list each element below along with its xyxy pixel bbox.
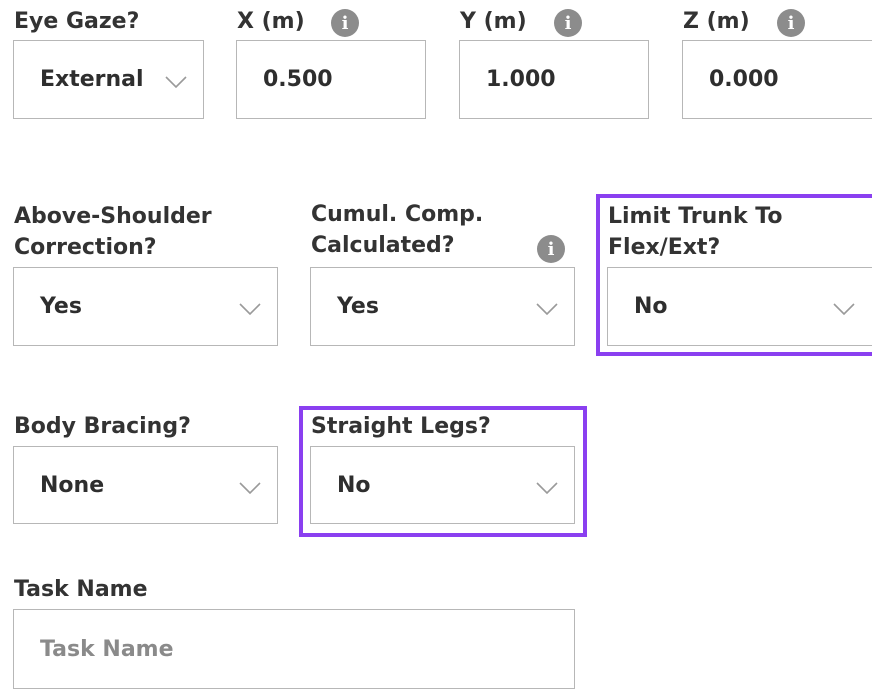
x-input[interactable]: 0.500 — [236, 40, 426, 119]
x-label: X (m) — [237, 9, 305, 34]
cumul-comp-label-line1: Cumul. Comp. — [311, 202, 484, 227]
chevron-down-icon — [239, 482, 261, 494]
y-value: 1.000 — [486, 67, 556, 92]
x-value: 0.500 — [263, 67, 333, 92]
task-name-placeholder: Task Name — [40, 636, 174, 662]
cumul-comp-label-line2: Calculated? — [311, 233, 455, 258]
above-shoulder-label-line2: Correction? — [14, 235, 157, 260]
cumul-comp-value: Yes — [337, 294, 379, 319]
z-label: Z (m) — [683, 9, 750, 34]
cumul-comp-info-icon[interactable]: i — [537, 235, 565, 263]
chevron-down-icon — [536, 482, 558, 494]
limit-trunk-label-line1: Limit Trunk To — [608, 204, 783, 229]
eye-gaze-value: External — [40, 67, 144, 92]
above-shoulder-select[interactable]: Yes — [13, 267, 278, 346]
chevron-down-icon — [536, 303, 558, 315]
z-input[interactable]: 0.000 — [682, 40, 872, 119]
chevron-down-icon — [165, 76, 187, 88]
z-info-icon[interactable]: i — [777, 9, 805, 37]
eye-gaze-select[interactable]: External — [13, 40, 204, 119]
above-shoulder-label-line1: Above-Shoulder — [14, 204, 212, 229]
limit-trunk-value: No — [634, 294, 668, 319]
chevron-down-icon — [239, 303, 261, 315]
body-bracing-select[interactable]: None — [13, 446, 278, 524]
body-bracing-label: Body Bracing? — [14, 414, 191, 439]
task-name-label: Task Name — [14, 577, 148, 602]
limit-trunk-select[interactable]: No — [607, 267, 872, 346]
eye-gaze-label: Eye Gaze? — [14, 9, 140, 34]
chevron-down-icon — [833, 303, 855, 315]
z-value: 0.000 — [709, 67, 779, 92]
above-shoulder-value: Yes — [40, 294, 82, 319]
task-name-input[interactable]: Task Name — [13, 609, 575, 689]
body-bracing-value: None — [40, 472, 105, 498]
y-info-icon[interactable]: i — [554, 9, 582, 37]
straight-legs-value: No — [337, 472, 371, 498]
y-label: Y (m) — [460, 9, 527, 34]
x-info-icon[interactable]: i — [331, 9, 359, 37]
straight-legs-select[interactable]: No — [310, 446, 575, 524]
y-input[interactable]: 1.000 — [459, 40, 649, 119]
cumul-comp-select[interactable]: Yes — [310, 267, 575, 346]
limit-trunk-label-line2: Flex/Ext? — [608, 235, 721, 260]
straight-legs-label: Straight Legs? — [311, 414, 491, 439]
